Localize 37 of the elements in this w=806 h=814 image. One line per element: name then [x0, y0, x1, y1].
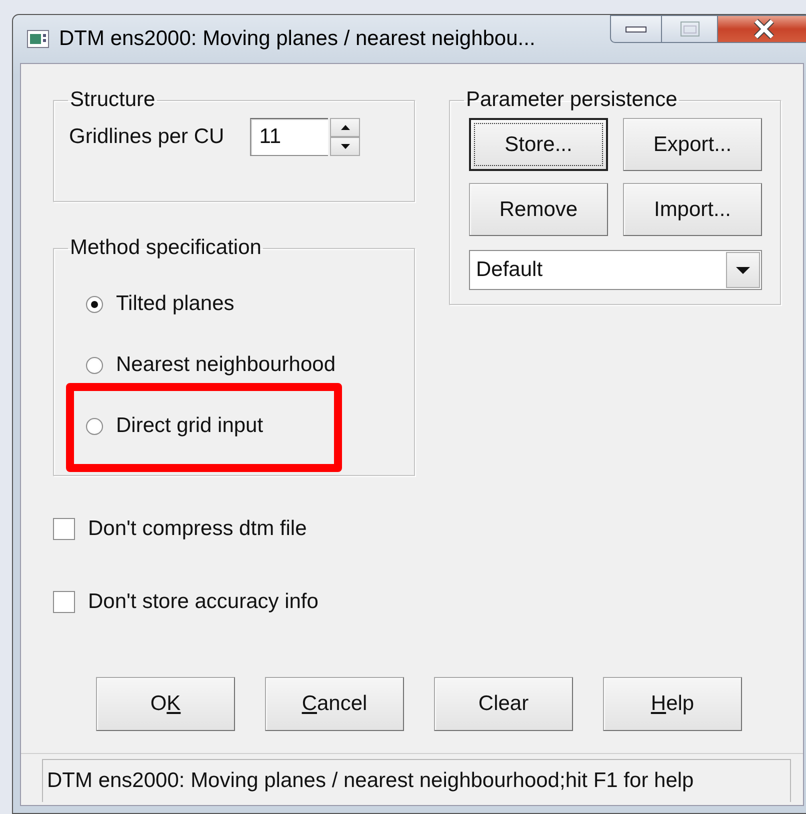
group-title: Structure	[69, 88, 156, 112]
number-field[interactable]: 11	[250, 118, 328, 156]
maximize-icon	[678, 20, 700, 38]
checkbox[interactable]	[53, 591, 75, 613]
checkbox-label: Don't compress dtm file	[88, 517, 307, 541]
checkbox[interactable]	[53, 518, 75, 540]
close-button[interactable]	[718, 15, 806, 43]
minimize-icon	[625, 25, 647, 33]
dialog-button[interactable]: Clear	[434, 677, 573, 731]
checkbox-label: Don't store accuracy info	[88, 590, 318, 614]
radio-label: Direct grid input	[116, 414, 264, 438]
group-title: Parameter persistence	[465, 88, 678, 112]
maximize-button[interactable]	[662, 15, 718, 43]
down-arrow-icon	[340, 144, 350, 149]
dropdown-arrow-icon	[736, 266, 750, 274]
action-button[interactable]: Import...	[623, 183, 762, 236]
radio-button[interactable]	[86, 296, 103, 312]
spin-down-button[interactable]	[330, 137, 360, 156]
dialog-button[interactable]: Cancel	[265, 677, 404, 731]
app-icon	[27, 30, 49, 48]
radio-button[interactable]	[86, 356, 103, 374]
dialog-button[interactable]: Help	[603, 677, 742, 731]
up-arrow-icon	[340, 125, 350, 130]
radio-button[interactable]	[86, 418, 103, 434]
window-title: DTM ens2000: Moving planes / nearest neighbou...	[59, 27, 536, 51]
group-title: Method specification	[69, 236, 262, 260]
spin-up-button[interactable]	[330, 118, 360, 137]
action-button[interactable]: Store...	[469, 118, 608, 171]
radio-label: Tilted planes	[116, 292, 234, 316]
action-button[interactable]: Remove	[469, 183, 608, 236]
preset-dropdown[interactable]: Default	[469, 250, 762, 290]
radio-label: Nearest neighbourhood	[116, 353, 336, 377]
status-bar: DTM ens2000: Moving planes / nearest neighbourhood;hit F1 for help	[42, 759, 791, 802]
action-button[interactable]: Export...	[623, 118, 762, 171]
field-label: Gridlines per CU	[69, 125, 224, 149]
minimize-button[interactable]	[610, 15, 662, 43]
dialog-button[interactable]: OK	[96, 677, 235, 731]
